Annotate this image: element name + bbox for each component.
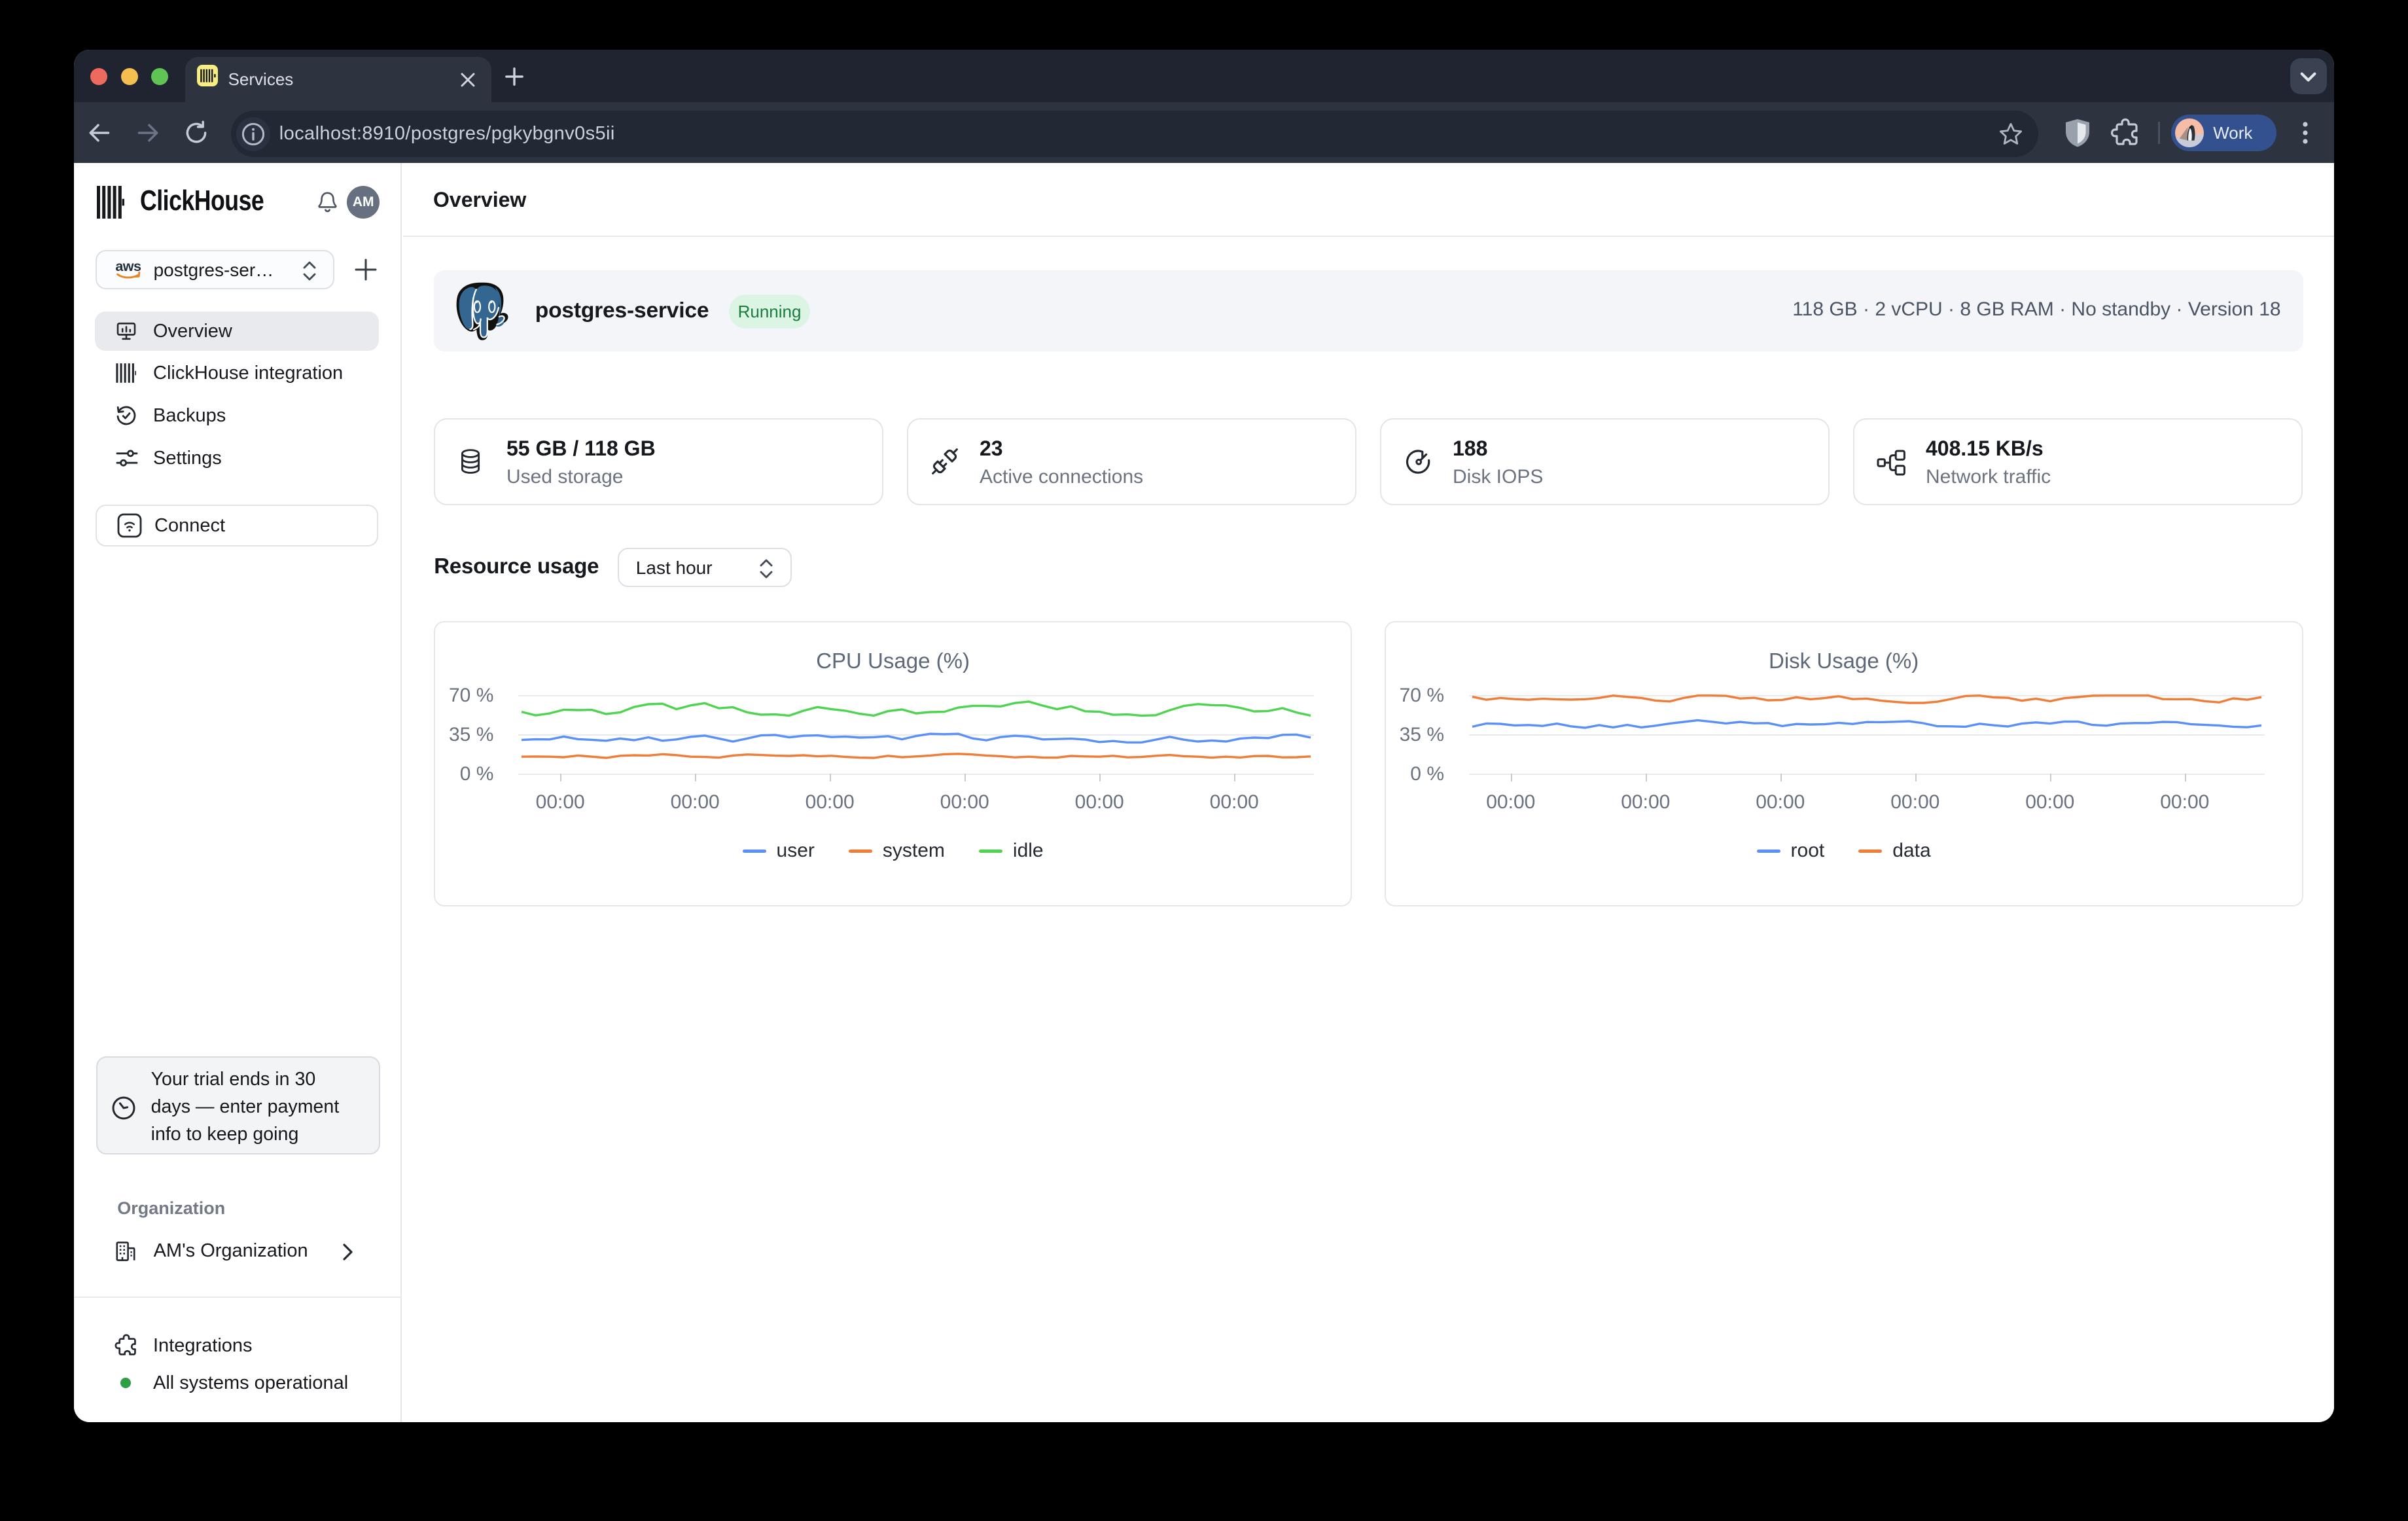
svg-text:aws: aws — [115, 258, 141, 274]
